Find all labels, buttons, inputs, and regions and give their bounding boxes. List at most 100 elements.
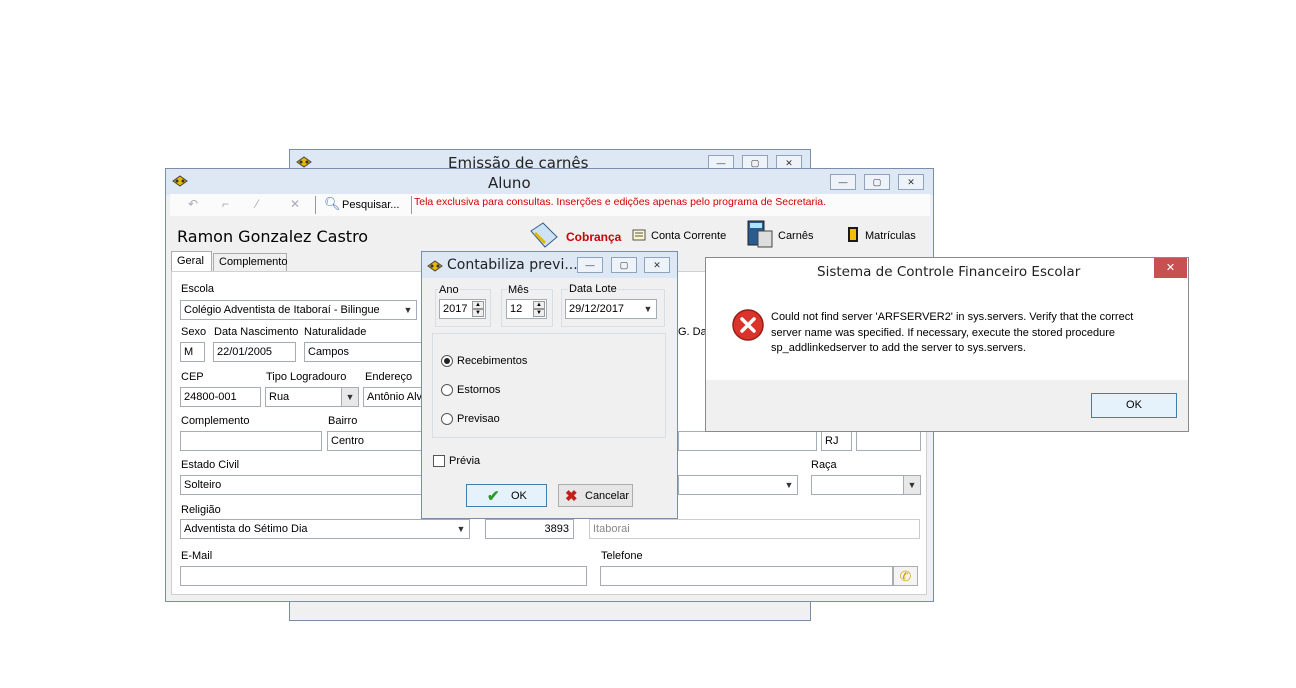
first-record-icon[interactable]: ⌐ (222, 197, 229, 211)
sexo-field[interactable]: M (180, 342, 205, 362)
data-nascimento-field[interactable]: 22/01/2005 (213, 342, 296, 362)
delete-icon[interactable]: ✕ (290, 197, 300, 211)
contabiliza-close-button[interactable]: ✕ (644, 257, 670, 273)
naturalidade-label: Naturalidade (304, 326, 367, 338)
telefone-field[interactable] (600, 566, 893, 586)
contabiliza-minimize-button[interactable]: — (577, 257, 603, 273)
sexo-value: M (184, 346, 194, 358)
error-ok-button[interactable]: OK (1091, 393, 1177, 418)
previa-checkbox[interactable] (433, 455, 445, 467)
error-close-button[interactable]: ✕ (1154, 258, 1187, 278)
cidade-codigo-value: 3893 (544, 523, 569, 535)
spin-down-icon[interactable]: ▼ (472, 309, 484, 317)
naturalidade-field[interactable]: Campos (304, 342, 424, 362)
uf-field[interactable]: RJ (821, 431, 852, 451)
contabiliza-cancel-label: Cancelar (585, 490, 630, 502)
spin-down-icon[interactable]: ▼ (533, 309, 545, 317)
data-nascimento-label: Data Nascimento (214, 326, 299, 338)
tab-geral-label: Geral (177, 255, 204, 267)
radio-previsao[interactable] (441, 413, 453, 425)
telefone-label: Telefone (601, 550, 643, 562)
contabiliza-cancel-button[interactable]: ✖ Cancelar (558, 484, 633, 507)
chevron-down-icon[interactable]: ▼ (781, 476, 797, 494)
endereco-field[interactable]: Antônio Alv (363, 387, 424, 407)
app-logo-icon (172, 175, 188, 187)
uf-extra-field[interactable] (856, 431, 921, 451)
chevron-down-icon[interactable]: ▼ (341, 388, 358, 406)
complemento-field[interactable] (180, 431, 322, 451)
cobranca-icon (530, 222, 558, 248)
contabiliza-dialog: Contabiliza previ... — ▢ ✕ Ano 2017 ▲ ▼ … (421, 251, 678, 519)
undo-icon[interactable]: ↶ (188, 197, 198, 211)
search-icon: 🔍︎ (324, 196, 341, 211)
aluno-maximize-button[interactable]: ▢ (864, 174, 890, 190)
error-title: Sistema de Controle Financeiro Escolar (817, 264, 1081, 280)
phone-button[interactable]: ✆ (893, 566, 918, 586)
cep-value: 24800-001 (184, 391, 237, 403)
bairro-field[interactable]: Centro (327, 431, 424, 451)
calculator-icon (747, 220, 773, 248)
estado-civil-value: Solteiro (184, 479, 222, 491)
chevron-down-icon[interactable]: ▼ (400, 301, 416, 319)
document-icon (632, 229, 646, 241)
estornos-label[interactable]: Estornos (457, 384, 500, 396)
uf-value: RJ (825, 435, 839, 447)
contabiliza-ok-button[interactable]: ✔ OK (466, 484, 547, 507)
religiao-value: Adventista do Sétimo Dia (184, 523, 308, 535)
toolbar-separator (315, 196, 316, 214)
error-dialog: Sistema de Controle Financeiro Escolar ✕… (705, 257, 1189, 432)
cep-label: CEP (181, 371, 204, 383)
radio-estornos[interactable] (441, 384, 453, 396)
matriculas-button[interactable]: Matrículas (846, 225, 926, 247)
sexo-label: Sexo (181, 326, 207, 338)
mes-spinner[interactable]: 12 ▲ ▼ (506, 299, 547, 319)
previa-label[interactable]: Prévia (449, 455, 480, 467)
conta-corrente-label: Conta Corrente (651, 230, 727, 242)
cidade-value: Itaborai (593, 523, 630, 535)
contabiliza-ok-label: OK (511, 490, 527, 502)
estado-civil-select[interactable]: Solteiro (180, 475, 424, 495)
cancel-x-icon: ✖ (565, 488, 578, 505)
escola-label: Escola (181, 283, 215, 295)
cep-field[interactable]: 24800-001 (180, 387, 261, 407)
escola-select[interactable]: Colégio Adventista de Itaboraí - Bilingu… (180, 300, 417, 320)
chevron-down-icon[interactable]: ▼ (903, 476, 920, 494)
grau-instrucao-select[interactable]: ▼ (678, 475, 798, 495)
email-label: E-Mail (181, 550, 213, 562)
contabiliza-maximize-button[interactable]: ▢ (611, 257, 637, 273)
carnes-button[interactable]: Carnês (746, 219, 816, 251)
rg-partial-label: G. Da (678, 326, 707, 338)
chart-line-icon[interactable]: ⁄ (256, 197, 258, 211)
religiao-label: Religião (181, 504, 221, 516)
tab-geral[interactable]: Geral (171, 251, 212, 272)
cobranca-button[interactable]: Cobrança (529, 221, 623, 251)
religiao-select[interactable]: Adventista do Sétimo Dia ▼ (180, 519, 470, 539)
raca-select[interactable]: ▼ (811, 475, 921, 495)
chevron-down-icon[interactable]: ▼ (453, 520, 469, 538)
previsao-label[interactable]: Previsao (457, 413, 500, 425)
city-field[interactable] (678, 431, 817, 451)
conta-corrente-button[interactable]: Conta Corrente (631, 225, 731, 247)
radio-recebimentos[interactable] (441, 355, 453, 367)
tab-complemento[interactable]: Complemento (213, 253, 287, 272)
contabiliza-title: Contabiliza previ... (447, 257, 578, 273)
toolbar: ↶ ⌐ ⁄ ✕ 🔍︎ Pesquisar... Tela exclusiva p… (170, 194, 930, 216)
endereco-value: Antônio Alv (367, 391, 423, 403)
email-field[interactable] (180, 566, 587, 586)
data-lote-select[interactable]: 29/12/2017 ▼ (565, 299, 657, 319)
aluno-title: Aluno (488, 174, 531, 192)
aluno-minimize-button[interactable]: — (830, 174, 856, 190)
cidade-codigo-field[interactable]: 3893 (485, 519, 574, 539)
ano-spinner[interactable]: 2017 ▲ ▼ (439, 299, 486, 319)
bairro-value: Centro (331, 435, 365, 447)
aluno-close-button[interactable]: ✕ (898, 174, 924, 190)
student-name: Ramon Gonzalez Castro (177, 227, 369, 246)
chevron-down-icon[interactable]: ▼ (640, 300, 656, 318)
spin-up-icon[interactable]: ▲ (472, 301, 484, 309)
readonly-notice: Tela exclusiva para consultas. Inserções… (414, 196, 827, 208)
aluno-titlebar[interactable] (166, 169, 933, 195)
search-label: Pesquisar... (342, 199, 400, 211)
tipo-logradouro-select[interactable]: Rua ▼ (265, 387, 359, 407)
recebimentos-label[interactable]: Recebimentos (457, 355, 527, 367)
spin-up-icon[interactable]: ▲ (533, 301, 545, 309)
